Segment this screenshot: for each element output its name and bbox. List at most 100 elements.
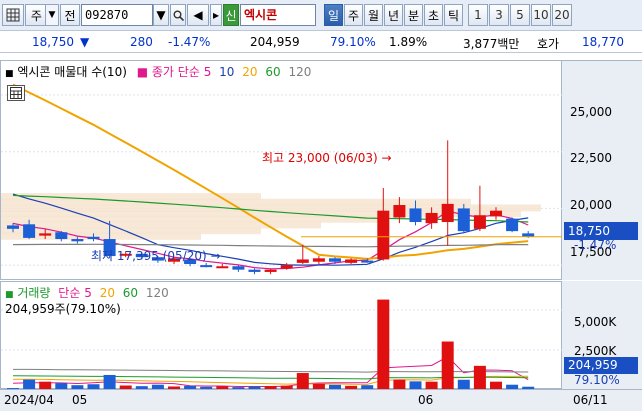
ma-label-120: 120 <box>288 65 312 79</box>
volume-bar <box>103 374 116 390</box>
candle-body <box>200 265 213 268</box>
market-select-label: 주 <box>30 8 42 23</box>
vol-ma-label-5: 5 <box>84 286 92 300</box>
interval-button-20[interactable]: 20 <box>552 4 572 26</box>
volume-tick: 2,500K <box>574 344 617 358</box>
price-tick: 25,000 <box>570 105 612 119</box>
candle-body <box>71 239 84 242</box>
legend-marker-icon: ■ <box>136 65 149 79</box>
interval-button-3[interactable]: 3 <box>489 4 509 26</box>
quote-bar: 18,750 ▼ 280 -1.47% 204,959 79.10% 1.89%… <box>0 31 642 53</box>
prev-stock-icon[interactable]: ◀ <box>187 4 209 26</box>
period-tab-week[interactable]: 주 <box>344 4 363 26</box>
period-tab-year[interactable]: 년 <box>384 4 403 26</box>
vol-ma-label-60: 60 <box>122 286 139 300</box>
volume-tick: 5,000K <box>574 315 617 329</box>
low-annotation: 최저 17,395 (05/20) → <box>91 249 221 263</box>
price-chart-panel[interactable]: ■ 엑시콘 매물대 수(10) ■ 종가 단순 5 10 20 60 120 최… <box>0 60 563 280</box>
interval-button-1[interactable]: 1 <box>468 4 488 26</box>
high-annotation: 최고 23,000 (06/03) → <box>262 151 392 165</box>
candle-body <box>329 258 341 262</box>
candle-body <box>490 210 502 217</box>
ma-label-60: 60 <box>265 65 281 79</box>
down-arrow-icon: ▼ <box>80 35 90 49</box>
stock-code-input[interactable]: 092870 <box>81 4 153 26</box>
legend-marker-icon: ■ <box>5 290 14 300</box>
calculator-icon[interactable] <box>7 85 25 101</box>
price-legend-ma: 종가 단순 <box>151 65 200 79</box>
date-tick: 06/11 <box>573 393 608 407</box>
period-tab-minute[interactable]: 분 <box>404 4 423 26</box>
period-tab-month[interactable]: 월 <box>364 4 383 26</box>
interval-button-5[interactable]: 5 <box>510 4 530 26</box>
price-chart-svg <box>1 83 563 275</box>
price-legend: ■ 엑시콘 매물대 수(10) ■ 종가 단순 5 10 20 60 120 <box>5 63 311 80</box>
candle-body <box>296 259 309 263</box>
volume-value: 204,959 <box>250 35 300 49</box>
price-tick: 22,500 <box>570 151 612 165</box>
vol-ma-label-120: 120 <box>145 286 169 300</box>
turnover-rate: 1.89% <box>389 35 428 49</box>
ma-label-10: 10 <box>219 65 235 79</box>
candle-body <box>522 233 535 237</box>
candle-body <box>87 236 100 240</box>
chart-toolbar: 주 ▼ 전 092870 ▼ ◀ ▸ 신 엑시콘 일 주 월 년 분 초 틱 1… <box>0 0 642 31</box>
candle-body <box>361 260 374 263</box>
candle-body <box>457 208 470 232</box>
candle-body <box>7 225 19 229</box>
candle-body <box>506 218 519 232</box>
candle-body <box>232 266 245 270</box>
candle-body <box>248 269 261 272</box>
ma-label-5: 5 <box>203 65 212 79</box>
trade-amount: 3,877백만 <box>463 37 520 51</box>
period-tab-day[interactable]: 일 <box>324 4 343 26</box>
code-dropdown-icon[interactable]: ▼ <box>153 4 169 26</box>
ma-label-20: 20 <box>242 65 258 79</box>
volume-bar <box>296 373 309 390</box>
search-button[interactable]: 전 <box>60 4 80 26</box>
price-axis: 25,000 22,500 20,000 17,500 18,750 -1.47… <box>562 60 642 280</box>
date-tick: 05 <box>72 393 88 407</box>
candle-body <box>393 205 406 218</box>
candle-body <box>312 258 325 262</box>
volume-chart-panel[interactable]: ■ 거래량 단순 5 20 60 120 204,959주(79.10%) <box>0 281 563 390</box>
current-volume-pct: 79.10% <box>574 373 620 387</box>
credit-badge: 신 <box>223 4 239 26</box>
candle-body <box>39 233 52 236</box>
search-icon[interactable] <box>170 4 186 26</box>
volume-bar <box>473 365 486 390</box>
price-tick: 20,000 <box>570 198 612 212</box>
volume-sub-label: 204,959주(79.10%) <box>5 302 121 316</box>
candle-body <box>55 232 68 240</box>
period-tab-second[interactable]: 초 <box>424 4 443 26</box>
stock-name-field: 엑시콘 <box>240 4 316 26</box>
candle-body <box>473 215 486 229</box>
grid-menu-icon[interactable] <box>2 4 24 26</box>
date-axis: 2024/04 05 06 06/11 <box>0 389 642 411</box>
ask-value: 18,770 <box>582 35 624 49</box>
interval-button-10[interactable]: 10 <box>531 4 551 26</box>
volume-legend: ■ 거래량 단순 5 20 60 120 <box>5 284 169 301</box>
volume-axis: 5,000K 2,500K 204,959 79.10% <box>562 281 642 389</box>
candle-body <box>264 269 277 272</box>
chevron-down-icon: ▼ <box>44 5 58 25</box>
price-change-pct: -1.47% <box>168 35 211 49</box>
volume-bar <box>441 341 454 390</box>
next-stock-icon[interactable]: ▸ <box>210 4 222 26</box>
candle-body <box>425 212 438 224</box>
candle-body <box>23 224 36 238</box>
current-volume-tag: 204,959 <box>564 357 638 374</box>
date-tick: 06 <box>418 393 434 407</box>
volume-legend-title: 거래량 <box>17 286 51 300</box>
candle-body <box>441 203 454 223</box>
volume-legend-ma: 단순 <box>58 286 81 300</box>
price-legend-title: 엑시콘 매물대 수(10) <box>17 65 127 79</box>
period-tab-tick[interactable]: 틱 <box>444 4 463 26</box>
candle-body <box>345 259 358 263</box>
volume-bar <box>377 299 390 390</box>
legend-marker-icon: ■ <box>5 69 14 79</box>
market-select[interactable]: 주 ▼ <box>25 4 59 26</box>
price-change: 280 <box>130 35 153 49</box>
candle-body <box>280 265 293 269</box>
date-tick: 2024/04 <box>4 393 54 407</box>
